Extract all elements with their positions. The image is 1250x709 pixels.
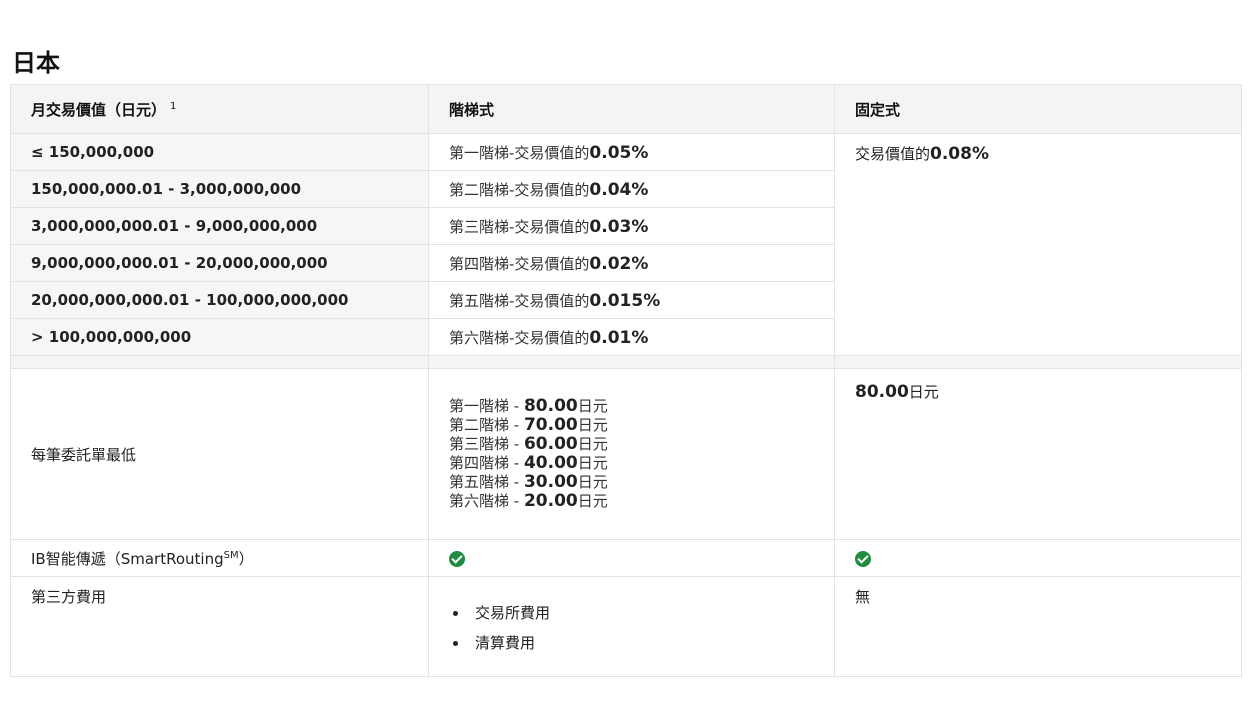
header-tiered: 階梯式 [428,84,835,134]
minimum-tier-amount: 70.00 [523,415,578,435]
tier-rate-prefix: 第五階梯-交易價值的 [449,291,590,310]
tier-rate-value: 0.02% [589,253,649,274]
tier-rate-prefix: 第一階梯-交易價值的 [449,143,590,162]
minimum-tier-unit: 日元 [577,492,608,510]
minimum-tier-amount: 40.00 [523,453,578,473]
minimum-tier-unit: 日元 [577,416,608,434]
smart-routing-label: IB智能傳遞（SmartRoutingSM） [10,539,429,577]
tier-rate-value: 0.04% [589,179,649,200]
minimum-row: 每筆委託單最低 第一階梯 - 80.00日元 第二階梯 - 70.00日元 第三… [10,368,1242,540]
header-fixed: 固定式 [834,84,1242,134]
spacer-cell [10,355,429,369]
list-item: 交易所費用 [469,598,814,628]
fixed-rate-prefix: 交易價值的 [855,145,931,163]
tier-range: 150,000,000.01 - 3,000,000,000 [10,170,429,208]
footnote-ref[interactable]: 1 [170,101,176,112]
tier-range: > 100,000,000,000 [10,318,429,356]
spacer-cell [428,355,835,369]
tier-rate-prefix: 第二階梯-交易價值的 [449,180,590,199]
minimum-tier-amount: 60.00 [523,434,578,454]
tier-range: 20,000,000,000.01 - 100,000,000,000 [10,281,429,319]
minimum-tier-line: 第一階梯 - 80.00日元 [449,397,814,416]
header-monthly-value-label: 月交易價值（日元） [31,100,167,119]
table-row: ≤ 150,000,000 第一階梯-交易價值的0.05% 交易價值的0.08% [10,133,1242,356]
third-party-row: 第三方費用 交易所費用 清算費用 無 [10,576,1242,677]
table-spacer-row [10,355,1242,369]
tier-rate: 第五階梯-交易價值的0.015% [428,281,835,319]
minimum-tier-unit: 日元 [577,454,608,472]
tier-range: 9,000,000,000.01 - 20,000,000,000 [10,244,429,282]
tier-range: 3,000,000,000.01 - 9,000,000,000 [10,207,429,245]
minimum-tier-amount: 80.00 [523,396,578,416]
tier-rate-prefix: 第六階梯-交易價值的 [449,328,590,347]
third-party-label: 第三方費用 [10,576,429,677]
tier-rate: 第一階梯-交易價值的0.05% [428,133,835,171]
minimum-fixed: 80.00日元 [834,368,1242,540]
minimum-tier-line: 第六階梯 - 20.00日元 [449,492,814,511]
fixed-rate-cell: 交易價值的0.08% [834,133,1242,356]
third-party-fixed: 無 [834,576,1242,677]
tier-rate-value: 0.015% [589,290,661,311]
minimum-tier-amount: 30.00 [523,472,578,492]
tier-rate-prefix: 第三階梯-交易價值的 [449,217,590,236]
minimum-tier-line: 第四階梯 - 40.00日元 [449,454,814,473]
fixed-rate-value: 0.08% [930,144,989,164]
tier-rate: 第三階梯-交易價值的0.03% [428,207,835,245]
tier-rate-value: 0.03% [589,216,649,237]
third-party-list: 交易所費用 清算費用 [449,598,814,658]
tier-rate: 第六階梯-交易價值的0.01% [428,318,835,356]
smart-routing-row: IB智能傳遞（SmartRoutingSM） [10,539,1242,577]
minimum-tier-unit: 日元 [577,473,608,491]
minimum-tier-unit: 日元 [577,435,608,453]
smart-routing-fixed [834,539,1242,577]
minimum-tiers: 第一階梯 - 80.00日元 第二階梯 - 70.00日元 第三階梯 - 60.… [428,368,835,540]
minimum-tier-prefix: 第四階梯 - [449,454,524,472]
minimum-fixed-unit: 日元 [908,383,939,401]
minimum-tier-prefix: 第五階梯 - [449,473,524,491]
minimum-tier-prefix: 第一階梯 - [449,397,524,415]
tier-rate: 第四階梯-交易價值的0.02% [428,244,835,282]
section-title: 日本 [12,49,60,77]
minimum-tier-prefix: 第六階梯 - [449,492,524,510]
service-mark: SM [223,549,239,561]
minimum-tier-amount: 20.00 [523,491,578,511]
tier-range: ≤ 150,000,000 [10,133,429,171]
check-circle-icon [449,550,465,567]
check-circle-icon [855,550,871,567]
smart-routing-label-text: IB智能傳遞（SmartRouting [31,549,224,568]
tier-rate-prefix: 第四階梯-交易價值的 [449,254,590,273]
tier-rate-value: 0.01% [589,327,649,348]
minimum-fixed-amount: 80.00 [855,382,909,402]
minimum-tier-line: 第五階梯 - 30.00日元 [449,473,814,492]
minimum-tier-list: 第一階梯 - 80.00日元 第二階梯 - 70.00日元 第三階梯 - 60.… [449,393,814,515]
page: 日本 月交易價值（日元） 1 階梯式 固定式 ≤ 150,000,000 第一階梯… [0,0,1250,709]
minimum-tier-unit: 日元 [577,397,608,415]
tier-rate-value: 0.05% [589,142,649,163]
minimum-tier-line: 第三階梯 - 60.00日元 [449,435,814,454]
table-header-row: 月交易價值（日元） 1 階梯式 固定式 [10,84,1242,134]
smart-routing-tiered [428,539,835,577]
third-party-tiered: 交易所費用 清算費用 [428,576,835,677]
minimum-label: 每筆委託單最低 [10,368,429,540]
tier-rate: 第二階梯-交易價值的0.04% [428,170,835,208]
minimum-tier-line: 第二階梯 - 70.00日元 [449,416,814,435]
minimum-tier-prefix: 第三階梯 - [449,435,524,453]
commission-table: 月交易價值（日元） 1 階梯式 固定式 ≤ 150,000,000 第一階梯-交易… [10,84,1242,677]
list-item: 清算費用 [469,628,814,658]
header-monthly-value: 月交易價值（日元） 1 [10,84,429,134]
smart-routing-label-end: ） [238,549,254,568]
spacer-cell [834,355,1242,369]
minimum-tier-prefix: 第二階梯 - [449,416,524,434]
